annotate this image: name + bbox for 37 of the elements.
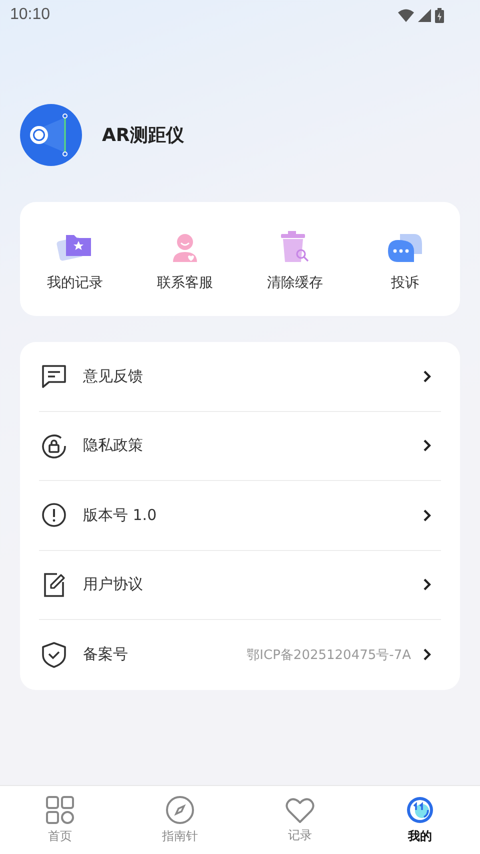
smiley-icon bbox=[405, 795, 435, 825]
exclamation-icon bbox=[41, 502, 67, 528]
quick-action-button[interactable]: 联系客服 bbox=[130, 224, 240, 296]
chevron-right-icon bbox=[423, 508, 431, 522]
wifi-icon bbox=[398, 8, 414, 22]
chevron-right-icon bbox=[423, 439, 431, 452]
menu-item[interactable]: 备案号 鄂ICP备2025120475号-7A bbox=[39, 620, 441, 690]
tab-item[interactable]: 指南针 bbox=[120, 786, 240, 854]
compass-icon bbox=[165, 795, 195, 825]
trash-icon bbox=[279, 230, 311, 264]
app-name: AR测距仪 bbox=[102, 124, 184, 147]
quick-action-button[interactable]: 我的记录 bbox=[20, 224, 130, 296]
app-logo-icon bbox=[20, 104, 82, 166]
menu-item[interactable]: 隐私政策 bbox=[39, 412, 441, 481]
signal-icon bbox=[418, 8, 431, 22]
menu-item[interactable]: 版本号 1.0 bbox=[39, 481, 441, 550]
tab-item[interactable]: 记录 bbox=[240, 786, 360, 854]
chevron-right-icon bbox=[423, 578, 431, 592]
document-pen-icon bbox=[41, 572, 67, 598]
chat-bubble-icon bbox=[386, 232, 424, 264]
shield-check-icon bbox=[41, 640, 67, 669]
menu-item[interactable]: 意见反馈 bbox=[39, 342, 441, 412]
battery-icon bbox=[435, 8, 444, 22]
status-time: 10:10 bbox=[10, 6, 50, 24]
chevron-right-icon bbox=[423, 648, 431, 662]
chevron-right-icon bbox=[423, 370, 431, 383]
heart-icon bbox=[285, 796, 315, 824]
quick-action-button[interactable]: 投诉 bbox=[350, 224, 460, 296]
message-icon bbox=[41, 364, 67, 388]
record-number: 鄂ICP备2025120475号-7A bbox=[246, 646, 411, 664]
grid-icon bbox=[45, 795, 75, 825]
quick-action-button[interactable]: 清除缓存 bbox=[240, 224, 350, 296]
tab-item[interactable]: 我的 bbox=[360, 786, 480, 854]
tab-item[interactable]: 首页 bbox=[0, 786, 120, 854]
lock-icon bbox=[41, 432, 67, 459]
person-icon bbox=[171, 232, 199, 264]
menu-item[interactable]: 用户协议 bbox=[39, 550, 441, 620]
